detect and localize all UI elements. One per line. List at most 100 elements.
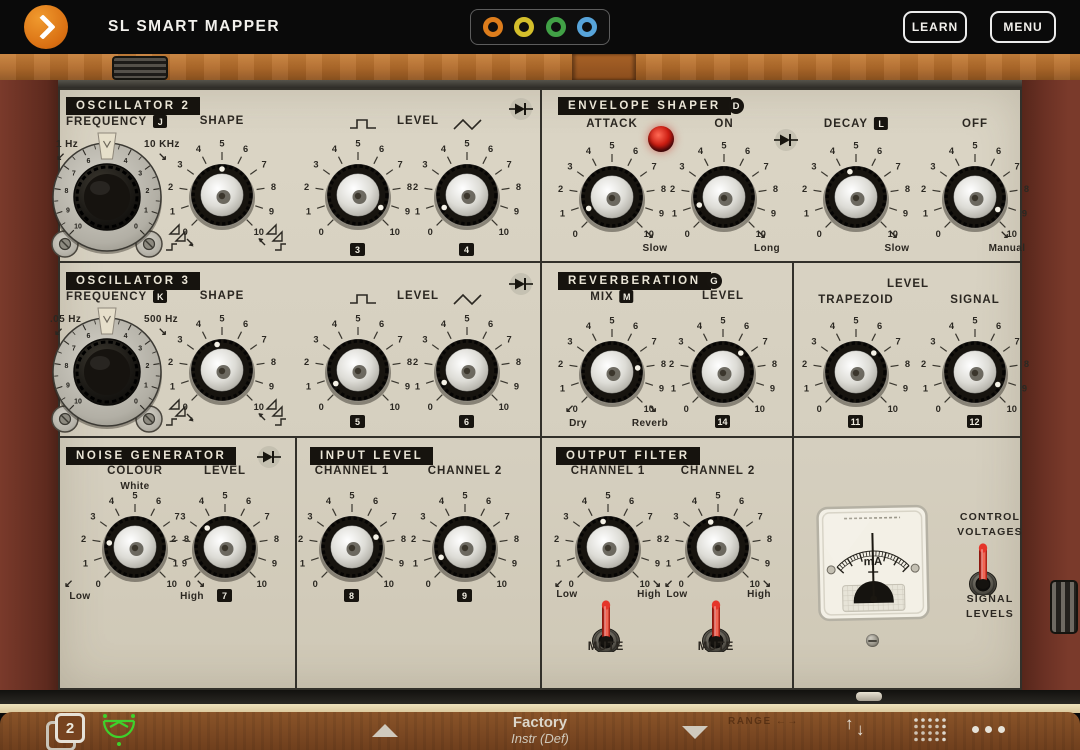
case-shadow-strip — [0, 80, 1080, 88]
svg-text:3: 3 — [180, 512, 185, 522]
svg-text:10: 10 — [1007, 404, 1017, 414]
env-off-knob[interactable]: 012345678910 — [915, 137, 1035, 257]
svg-text:2: 2 — [146, 363, 150, 370]
preset-selector[interactable]: Factory Instr (Def) — [511, 714, 569, 746]
output-ch2-low: Low — [666, 589, 687, 600]
svg-text:4: 4 — [586, 146, 592, 156]
svg-text:4: 4 — [332, 319, 338, 329]
svg-text:9: 9 — [770, 383, 775, 393]
osc2-title-plate: OSCILLATOR 2 — [66, 97, 200, 115]
svg-text:4: 4 — [949, 321, 955, 331]
menu-button[interactable]: MENU — [990, 11, 1056, 43]
macro-ring-2[interactable] — [514, 17, 534, 37]
trapezoid-level-knob[interactable]: 012345678910 — [796, 312, 916, 432]
output-ch1-high: High — [637, 589, 661, 600]
reverb-level-knob[interactable]: 012345678910 — [663, 312, 783, 432]
macro-ring-3[interactable] — [546, 17, 566, 37]
svg-text:4: 4 — [332, 144, 338, 154]
svg-text:9: 9 — [765, 558, 770, 568]
env-attack-sub: Slow — [643, 243, 668, 254]
app-title: SL SMART MAPPER — [108, 0, 280, 54]
map-badge-m: M — [620, 290, 634, 303]
svg-text:5: 5 — [721, 140, 726, 150]
svg-text:6: 6 — [739, 496, 744, 506]
svg-text:5: 5 — [132, 490, 137, 500]
scope-meter-icon[interactable] — [100, 712, 138, 748]
preset-previous-button[interactable] — [372, 724, 398, 737]
osc2-level-triangle-knob[interactable]: 012345678910 — [407, 135, 527, 255]
svg-text:1: 1 — [560, 383, 565, 393]
osc3-level-triangle-knob[interactable]: 012345678910 — [407, 310, 527, 430]
svg-text:3: 3 — [307, 512, 312, 522]
svg-text:2: 2 — [558, 184, 563, 194]
reverb-level-label: LEVEL — [702, 290, 744, 302]
preset-subtitle: Instr (Def) — [511, 731, 569, 746]
svg-text:8: 8 — [905, 184, 910, 194]
pin-badge: 4 — [459, 243, 474, 256]
macro-ring-4[interactable] — [577, 17, 597, 37]
svg-text:8: 8 — [905, 359, 910, 369]
env-decay-sub: Slow — [885, 243, 910, 254]
svg-text:2: 2 — [413, 357, 418, 367]
svg-text:7: 7 — [896, 162, 901, 172]
svg-text:4: 4 — [698, 146, 704, 156]
pad-grid-icon[interactable] — [912, 716, 946, 747]
svg-text:7: 7 — [648, 512, 653, 522]
osc3-level-square-knob[interactable]: 012345678910 — [298, 310, 418, 430]
svg-text:2: 2 — [146, 188, 150, 195]
signal-level-knob[interactable]: 012345678910 — [915, 312, 1035, 432]
svg-text:9: 9 — [771, 208, 776, 218]
osc3-frequency-dial[interactable]: 012345678910 — [32, 306, 182, 438]
svg-text:2: 2 — [802, 184, 807, 194]
svg-text:2: 2 — [921, 184, 926, 194]
svg-text:10: 10 — [390, 402, 400, 412]
arrow-down-right-icon — [648, 402, 657, 415]
svg-text:2: 2 — [304, 357, 309, 367]
arrow-down-right-icon — [645, 228, 654, 241]
cv-signal-toggle[interactable] — [965, 541, 1001, 595]
svg-text:8: 8 — [767, 534, 772, 544]
svg-text:10: 10 — [750, 579, 760, 589]
osc2-frequency-dial[interactable]: 012345678910 — [32, 131, 182, 263]
output-ch2-high: High — [747, 589, 771, 600]
svg-text:8: 8 — [271, 182, 276, 192]
pin-badge: 9 — [457, 589, 472, 602]
svg-text:3: 3 — [678, 337, 683, 347]
preset-next-button[interactable] — [682, 726, 708, 739]
signal-levels-label: SIGNAL LEVELS — [953, 592, 1027, 622]
arrow-down-right-icon — [889, 228, 898, 241]
svg-text:7: 7 — [262, 335, 267, 345]
svg-text:8: 8 — [271, 357, 276, 367]
svg-text:7: 7 — [265, 512, 270, 522]
svg-text:1: 1 — [144, 207, 148, 214]
reverb-wet-label: Reverb — [632, 418, 668, 429]
svg-text:5: 5 — [853, 315, 858, 325]
layers-icon[interactable]: 2 — [46, 713, 86, 749]
macro-ring-1[interactable] — [483, 17, 503, 37]
svg-text:0: 0 — [573, 229, 578, 239]
svg-text:6: 6 — [877, 321, 882, 331]
arrow-down-right-icon — [757, 228, 766, 241]
plugin-window: SL SMART MAPPER LEARN MENU OSCILLATOR 2 … — [0, 0, 1080, 750]
svg-text:7: 7 — [262, 160, 267, 170]
app-logo-icon[interactable] — [24, 5, 68, 49]
svg-text:2: 2 — [304, 182, 309, 192]
env-decay-label: DECAY L — [824, 117, 888, 130]
sawtooth-left-icon — [164, 222, 200, 257]
svg-text:1: 1 — [83, 558, 88, 568]
top-vent-icon — [112, 56, 168, 80]
svg-text:1: 1 — [560, 208, 565, 218]
env-off-label: OFF — [962, 118, 988, 130]
svg-text:8: 8 — [514, 534, 519, 544]
svg-text:0: 0 — [96, 579, 101, 589]
pin-badge: 3 — [350, 243, 365, 256]
sort-updown-icon[interactable] — [843, 714, 873, 744]
svg-text:5: 5 — [355, 138, 360, 148]
more-options-icon[interactable] — [972, 726, 1005, 733]
svg-text:6: 6 — [156, 496, 161, 506]
svg-text:6: 6 — [629, 496, 634, 506]
osc2-level-square-knob[interactable]: 012345678910 — [298, 135, 418, 255]
svg-text:3: 3 — [673, 512, 678, 522]
learn-button[interactable]: LEARN — [903, 11, 967, 43]
svg-text:5: 5 — [462, 490, 467, 500]
